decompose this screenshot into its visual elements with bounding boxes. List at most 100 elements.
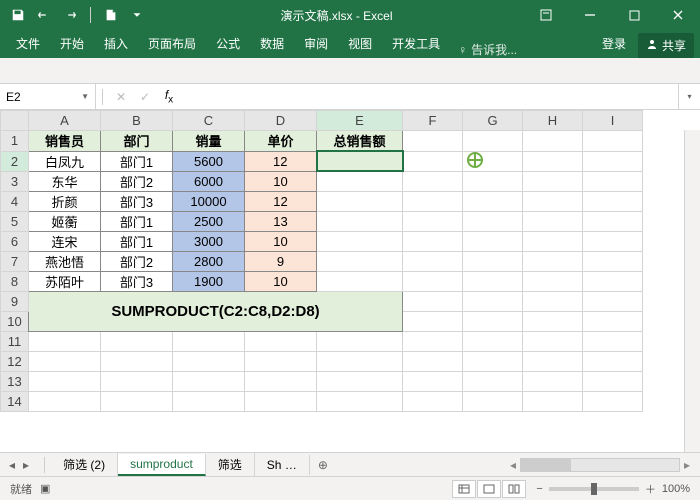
cell[interactable]: 姬蘅 [29,211,101,231]
cell[interactable]: 5600 [173,151,245,171]
sheet-tab-active[interactable]: sumproduct [118,454,206,476]
cell[interactable] [583,211,643,231]
cell[interactable] [523,131,583,152]
tab-layout[interactable]: 页面布局 [138,29,206,58]
name-box[interactable]: E2 ▼ [0,84,96,109]
cell[interactable] [317,191,403,211]
cell[interactable] [583,391,643,411]
grid[interactable]: A B C D E F G H I 1 销售员 部门 销量 单价 总销售额 2 … [0,110,700,452]
cell[interactable] [29,331,101,351]
tab-view[interactable]: 视图 [338,29,382,58]
pagelayout-view-button[interactable] [477,480,501,498]
cancel-formula-button[interactable]: ✕ [109,90,133,104]
expand-formula-bar[interactable]: ▾ [678,84,700,109]
cell[interactable] [583,291,643,311]
enter-formula-button[interactable]: ✓ [133,90,157,104]
cell[interactable] [463,291,523,311]
cell[interactable] [403,391,463,411]
cell[interactable] [403,151,463,171]
cell[interactable] [583,271,643,291]
qat-dropdown-icon[interactable] [125,3,149,27]
cell[interactable] [173,371,245,391]
cell[interactable] [101,371,173,391]
sheet-nav-next[interactable]: ▸ [20,458,32,472]
zoom-in-button[interactable]: ＋ [645,481,656,497]
sheet-tab[interactable]: Sh … [255,455,310,475]
cell[interactable] [523,291,583,311]
cell[interactable] [463,191,523,211]
cell[interactable] [173,331,245,351]
cell[interactable]: 2500 [173,211,245,231]
cell[interactable] [583,331,643,351]
row-4[interactable]: 4 [1,191,29,211]
cell[interactable] [317,371,403,391]
add-sheet-button[interactable]: ⊕ [310,458,336,472]
cell[interactable]: 销量 [173,131,245,152]
cell[interactable]: 部门3 [101,271,173,291]
sheet-nav-prev[interactable]: ◂ [6,458,18,472]
cell[interactable]: 12 [245,191,317,211]
cell[interactable] [101,331,173,351]
cell[interactable]: 部门1 [101,211,173,231]
macro-record-icon[interactable]: ▣ [40,482,50,495]
cell[interactable]: 连宋 [29,231,101,251]
save-button[interactable] [6,3,30,27]
cell[interactable] [523,271,583,291]
cell[interactable]: 3000 [173,231,245,251]
cell[interactable]: 部门1 [101,151,173,171]
row-6[interactable]: 6 [1,231,29,251]
col-B[interactable]: B [101,111,173,131]
cell[interactable] [403,371,463,391]
horizontal-scrollbar[interactable]: ◂ ▸ [336,458,700,472]
cell[interactable] [523,331,583,351]
cell[interactable] [523,251,583,271]
cell[interactable] [583,371,643,391]
cell[interactable]: 东华 [29,171,101,191]
select-all-corner[interactable] [1,111,29,131]
cell[interactable] [403,331,463,351]
cell[interactable]: 部门 [101,131,173,152]
cell[interactable] [245,351,317,371]
row-12[interactable]: 12 [1,351,29,371]
tell-me-search[interactable]: ♀ 告诉我... [458,41,517,58]
col-H[interactable]: H [523,111,583,131]
maximize-button[interactable] [612,0,656,30]
cell[interactable]: 部门3 [101,191,173,211]
cell[interactable] [583,131,643,152]
row-8[interactable]: 8 [1,271,29,291]
cell[interactable]: 白凤九 [29,151,101,171]
active-cell[interactable] [317,151,403,171]
row-3[interactable]: 3 [1,171,29,191]
cell[interactable]: 10 [245,231,317,251]
cell[interactable] [583,171,643,191]
cell[interactable] [245,391,317,411]
cell[interactable] [463,311,523,331]
cell[interactable] [317,351,403,371]
col-F[interactable]: F [403,111,463,131]
row-9[interactable]: 9 [1,291,29,311]
cell[interactable] [463,171,523,191]
redo-button[interactable] [58,3,82,27]
cell[interactable] [463,151,523,171]
row-10[interactable]: 10 [1,311,29,331]
cell[interactable]: 销售员 [29,131,101,152]
cell[interactable]: 9 [245,251,317,271]
cell[interactable] [403,231,463,251]
cell[interactable]: 6000 [173,171,245,191]
cell[interactable] [523,371,583,391]
cell[interactable] [29,351,101,371]
col-E[interactable]: E [317,111,403,131]
col-C[interactable]: C [173,111,245,131]
formula-bar[interactable] [181,84,678,109]
tab-insert[interactable]: 插入 [94,29,138,58]
cell[interactable]: 12 [245,151,317,171]
cell[interactable] [523,311,583,331]
cell[interactable] [583,151,643,171]
tab-data[interactable]: 数据 [250,29,294,58]
cell[interactable] [317,331,403,351]
cell[interactable]: 部门2 [101,251,173,271]
cell[interactable] [403,251,463,271]
cell[interactable] [463,271,523,291]
cell[interactable] [523,191,583,211]
cell[interactable] [523,391,583,411]
